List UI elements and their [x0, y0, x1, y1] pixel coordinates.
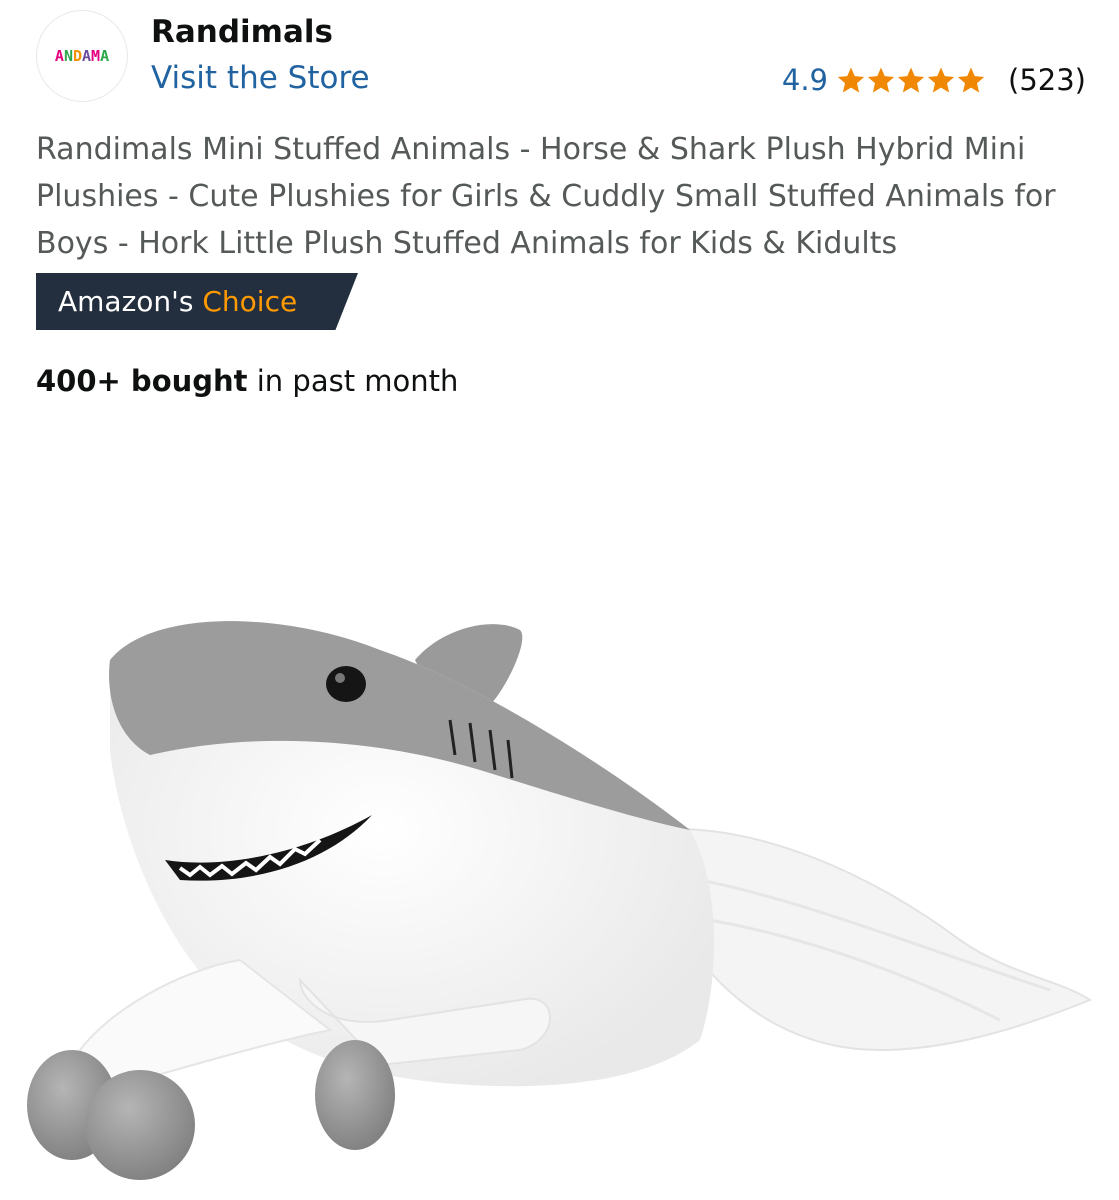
- star-icon: [927, 67, 955, 93]
- star-icon: [957, 67, 985, 93]
- bought-count: 400+ bought in past month: [36, 364, 458, 398]
- store-logo[interactable]: ANDAMA: [36, 10, 128, 102]
- badge-highlight: Choice: [202, 285, 298, 318]
- star-rating: [836, 65, 986, 95]
- visit-store-link[interactable]: Visit the Store: [151, 60, 370, 96]
- bought-rest: in past month: [256, 364, 459, 398]
- store-name[interactable]: Randimals: [151, 14, 333, 50]
- badge-prefix: Amazon's: [58, 285, 194, 318]
- rating-value: 4.9: [781, 63, 829, 97]
- star-icon: [897, 67, 925, 93]
- bought-bold: 400+ bought: [36, 364, 248, 398]
- product-image[interactable]: [0, 580, 1119, 1180]
- product-title: Randimals Mini Stuffed Animals - Horse &…: [36, 132, 1056, 261]
- store-logo-text: ANDAMA: [54, 47, 110, 65]
- star-icon: [867, 67, 895, 93]
- star-icon: [837, 67, 865, 93]
- rating[interactable]: 4.9 (523): [782, 60, 1086, 100]
- amazons-choice-badge: Amazon's Choice: [36, 273, 358, 330]
- store-header: ANDAMA Randimals Visit the Store 4.9 (52…: [36, 10, 1086, 102]
- rating-count[interactable]: (523): [1008, 63, 1086, 97]
